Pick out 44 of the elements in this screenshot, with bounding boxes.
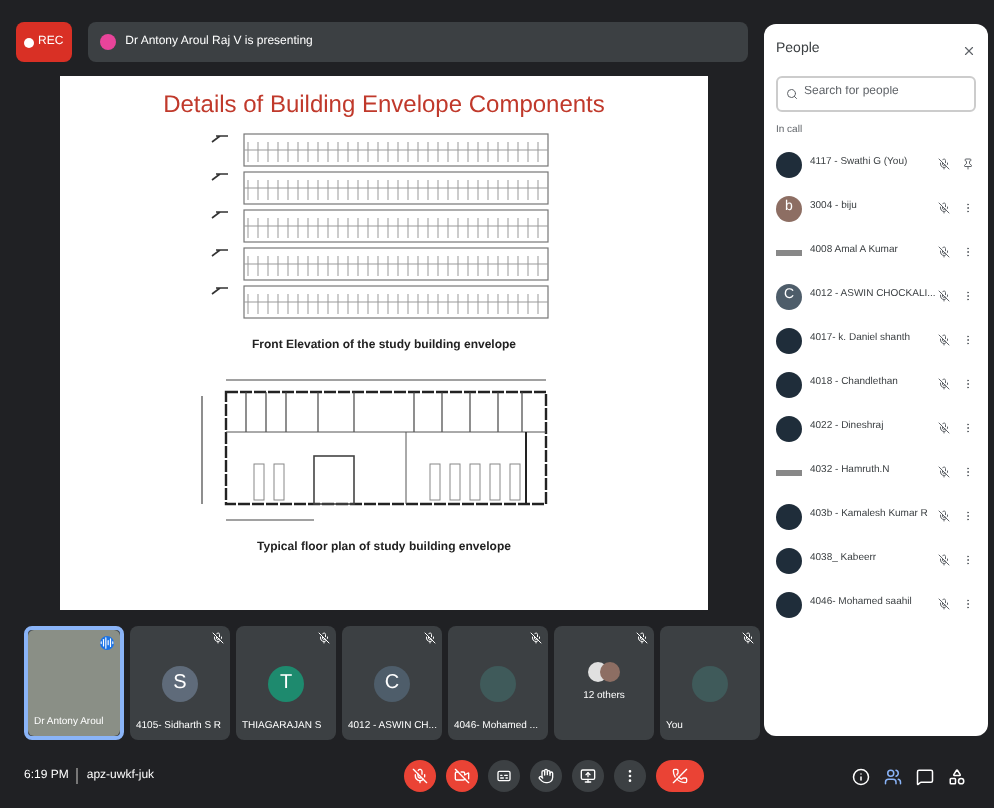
present-icon xyxy=(580,768,597,784)
mic-off-icon xyxy=(424,632,436,644)
mic-off-icon xyxy=(938,158,950,170)
mic-off-icon xyxy=(938,598,950,610)
mic-off-icon xyxy=(938,378,950,390)
letter-avatar: T xyxy=(268,665,304,701)
chat-icon[interactable] xyxy=(916,767,934,785)
mic-off-button[interactable] xyxy=(404,760,437,792)
letter-avatar: C xyxy=(374,665,410,701)
mic-off-icon xyxy=(938,466,950,478)
pin-icon[interactable] xyxy=(962,158,974,170)
activities-icon[interactable] xyxy=(948,767,966,785)
mic-off-icon xyxy=(938,554,950,566)
camera-off-button[interactable] xyxy=(446,760,479,792)
mic-off-icon xyxy=(938,202,950,214)
mic-off-icon xyxy=(938,510,950,522)
mic-off-icon xyxy=(212,632,224,644)
mic-off-icon xyxy=(938,246,950,258)
video-placeholder xyxy=(28,630,120,736)
close-icon[interactable] xyxy=(962,43,976,58)
info-icon[interactable] xyxy=(852,767,870,785)
letter-avatar: S xyxy=(162,665,198,701)
mic-off-icon xyxy=(938,422,950,434)
end-call-icon xyxy=(672,768,689,784)
captions-button[interactable] xyxy=(488,760,521,792)
captions-icon xyxy=(496,768,513,784)
search-icon xyxy=(786,87,798,99)
logo-placeholder xyxy=(776,249,802,255)
mic-off-icon xyxy=(530,632,542,644)
mic-off-icon xyxy=(742,632,754,644)
slide-title: Details of Building Envelope Components xyxy=(163,88,605,122)
mic-off-icon xyxy=(938,290,950,302)
mic-off-icon xyxy=(938,334,950,346)
more-options-button[interactable] xyxy=(614,760,647,792)
raise-hand-icon xyxy=(538,768,555,784)
people-icon[interactable] xyxy=(884,767,902,785)
mic-off-icon xyxy=(636,632,648,644)
logo-placeholder xyxy=(776,469,802,475)
present-button[interactable] xyxy=(572,760,605,792)
mic-off-icon xyxy=(318,632,330,644)
camera-off-icon xyxy=(454,768,471,784)
raise-hand-button[interactable] xyxy=(530,760,563,792)
mic-off-icon xyxy=(412,768,429,784)
end-call-button[interactable] xyxy=(656,760,705,792)
